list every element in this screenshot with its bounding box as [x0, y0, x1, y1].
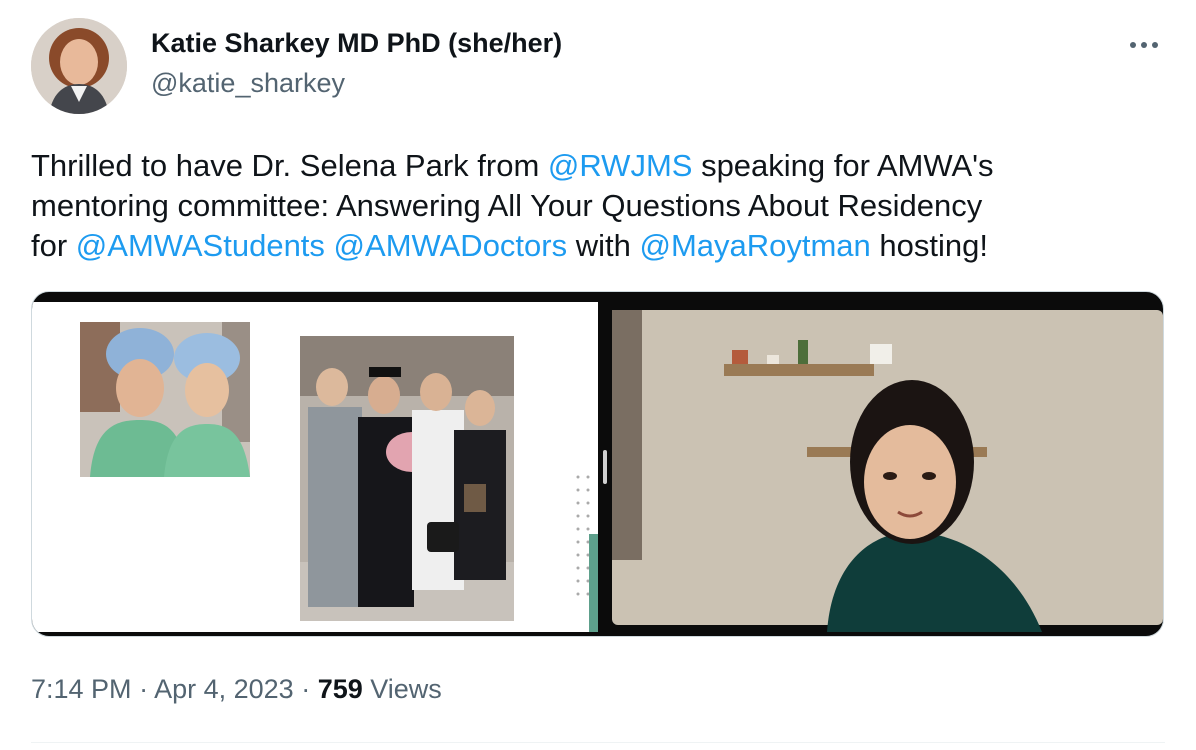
tweet-time[interactable]: 7:14 PM [31, 674, 132, 704]
mention-amwadoctors[interactable]: @AMWADoctors [334, 228, 568, 263]
text-segment: hosting! [870, 228, 988, 263]
avatar-portrait [31, 18, 127, 114]
tweet-date[interactable]: Apr 4, 2023 [154, 674, 294, 704]
more-horizontal-icon [1130, 42, 1158, 48]
tweet-media-image[interactable] [31, 291, 1164, 637]
tweet-text-line-3: for @AMWAStudents @AMWADoctors with @May… [31, 226, 1171, 266]
more-options-button[interactable] [1124, 30, 1164, 60]
meta-separator: · [293, 674, 318, 704]
tweet-meta-row: 7:14 PM · Apr 4, 2023 · 759 Views [31, 674, 442, 705]
video-call-screenshot [32, 302, 1163, 636]
meta-separator: · [131, 674, 155, 704]
slide-photo-scrubs [80, 322, 250, 477]
text-segment: speaking for AMWA's [692, 148, 994, 183]
mention-amwastudents[interactable]: @AMWAStudents [76, 228, 325, 263]
tweet-text-line-1: Thrilled to have Dr. Selena Park from @R… [31, 146, 1171, 186]
author-avatar[interactable] [31, 18, 127, 114]
video-participant-feed [612, 310, 1163, 632]
views-label: Views [362, 674, 442, 704]
mention-mayaroytman[interactable]: @MayaRoytman [639, 228, 870, 263]
author-display-name[interactable]: Katie Sharkey MD PhD (she/her) [151, 28, 562, 59]
author-handle[interactable]: @katie_sharkey [151, 68, 345, 99]
tweet-text-line-2: mentoring committee: Answering All Your … [31, 188, 983, 223]
slide-photo-graduation [300, 336, 514, 621]
mention-rwjms[interactable]: @RWJMS [548, 148, 693, 183]
tweet-text: Thrilled to have Dr. Selena Park from @R… [31, 146, 1171, 266]
views-count: 759 [317, 674, 363, 704]
text-segment [325, 228, 334, 263]
presentation-slide [32, 302, 598, 632]
text-segment: with [567, 228, 640, 263]
text-segment: Thrilled to have Dr. Selena Park from [31, 148, 548, 183]
text-segment: for [31, 228, 76, 263]
bottom-divider [31, 742, 1165, 743]
